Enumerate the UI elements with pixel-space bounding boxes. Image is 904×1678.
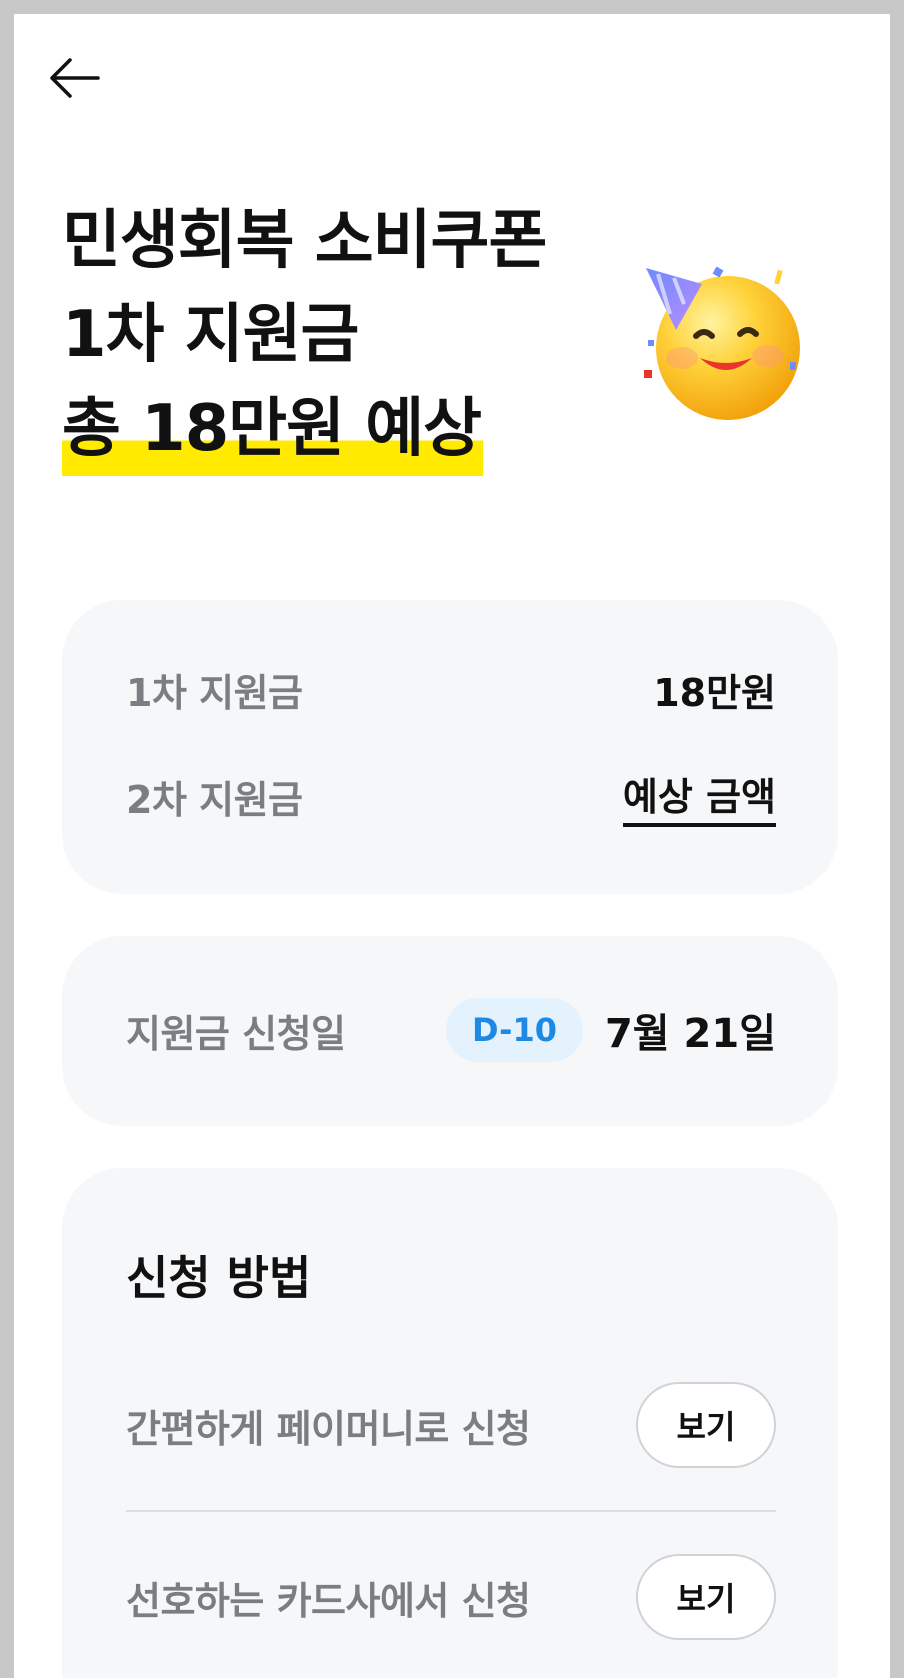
first-support-label: 1차 지원금 [126,671,303,715]
apply-method-card: 신청 방법 간편하게 페이머니로 신청 보기 선호하는 카드사에서 신청 보기 [62,1168,838,1678]
first-support-value: 18만원 [653,671,776,715]
title-line-1: 민생회복 소비쿠폰 [62,204,547,278]
method-row-paymoney: 간편하게 페이머니로 신청 보기 [126,1340,776,1512]
title-highlight-amount: 총 18만원 예상 [62,382,484,476]
arrow-left-icon [50,58,100,98]
support-amount-card: 1차 지원금 18만원 2차 지원금 예상 금액 [62,600,838,894]
method-label-card-company: 선호하는 카드사에서 신청 [126,1578,531,1623]
back-button[interactable] [44,50,104,106]
screen: 민생회복 소비쿠폰 1차 지원금 총 18만원 예상 1차 지원금 18만원 2… [14,14,890,1678]
apply-date-value: 7월 21일 [604,1011,776,1057]
first-support-row: 1차 지원금 18만원 [126,662,776,717]
view-card-company-button[interactable]: 보기 [636,1554,776,1640]
view-paymoney-button[interactable]: 보기 [636,1382,776,1468]
method-row-card-company: 선호하는 카드사에서 신청 보기 [126,1512,776,1678]
apply-date-row: 지원금 신청일 D-10 7월 21일 [126,998,776,1062]
expected-amount-link[interactable]: 예상 금액 [622,766,776,827]
apply-method-title: 신청 방법 [126,1251,312,1305]
apply-date-card: 지원금 신청일 D-10 7월 21일 [62,936,838,1126]
dday-badge: D-10 [446,998,583,1062]
second-support-label: 2차 지원금 [126,778,303,822]
party-face-emoji-icon [644,266,800,420]
page-title: 민생회복 소비쿠폰 1차 지원금 총 18만원 예상 [62,194,547,476]
apply-date-label: 지원금 신청일 [126,1011,346,1056]
method-label-paymoney: 간편하게 페이머니로 신청 [126,1406,531,1451]
title-line-2: 1차 지원금 [62,298,359,372]
second-support-row: 2차 지원금 예상 금액 [126,766,776,827]
